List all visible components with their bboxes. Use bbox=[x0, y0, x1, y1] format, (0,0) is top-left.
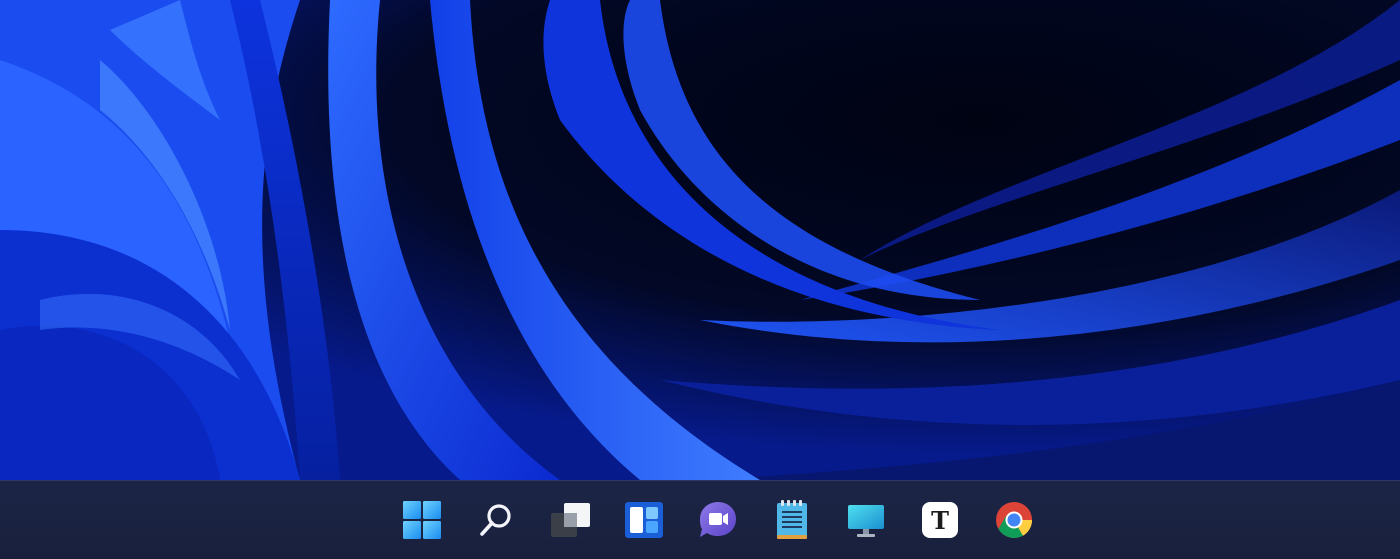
remote-desktop-button[interactable] bbox=[829, 491, 903, 549]
windows-logo-icon bbox=[403, 501, 441, 539]
search-button[interactable] bbox=[459, 491, 533, 549]
text-editor-icon: T bbox=[922, 502, 958, 538]
taskbar: T bbox=[0, 480, 1400, 559]
typora-button[interactable]: T bbox=[903, 491, 977, 549]
task-view-icon bbox=[551, 503, 590, 537]
desktop-wallpaper bbox=[0, 0, 1400, 480]
chrome-button[interactable] bbox=[977, 491, 1051, 549]
taskbar-icon-group: T bbox=[385, 491, 1051, 549]
search-icon bbox=[480, 504, 511, 536]
teams-chat-button[interactable] bbox=[681, 491, 755, 549]
start-button[interactable] bbox=[385, 491, 459, 549]
notepad-icon bbox=[777, 500, 807, 539]
video-chat-icon bbox=[700, 502, 736, 537]
monitor-icon bbox=[848, 505, 884, 537]
task-view-button[interactable] bbox=[533, 491, 607, 549]
widgets-button[interactable] bbox=[607, 491, 681, 549]
chrome-icon bbox=[996, 502, 1032, 539]
text-editor-glyph: T bbox=[931, 506, 949, 535]
widgets-icon bbox=[625, 502, 663, 538]
bloom-wallpaper-graphic bbox=[0, 0, 1400, 480]
notepad-button[interactable] bbox=[755, 491, 829, 549]
